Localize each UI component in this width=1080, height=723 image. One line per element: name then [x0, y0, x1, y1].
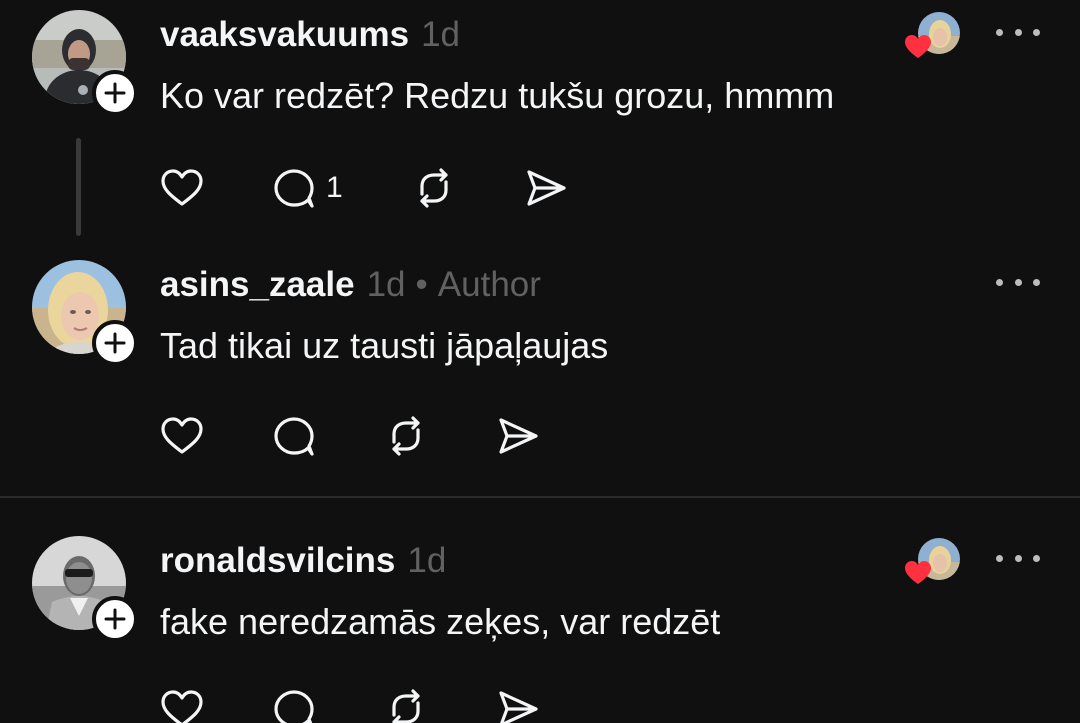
more-icon-dot	[1033, 28, 1040, 36]
action-bar	[158, 684, 554, 723]
reply-button[interactable]	[270, 684, 382, 723]
avatar-container[interactable]	[32, 10, 138, 116]
separator-dot: •	[415, 265, 428, 304]
repost-button[interactable]	[410, 163, 522, 213]
more-icon-dot	[1014, 278, 1022, 286]
more-icon-dot	[1033, 278, 1040, 286]
action-bar: 1	[158, 163, 582, 213]
post-text: Tad tikai uz tausti jāpaļaujas	[160, 325, 609, 366]
heart-icon	[161, 690, 203, 723]
more-icon-dot	[1014, 554, 1022, 562]
more-icon	[996, 278, 1003, 286]
more-icon-dot	[1033, 554, 1040, 562]
like-button[interactable]	[158, 163, 270, 213]
more-icon-dot	[1014, 28, 1022, 36]
heart-icon	[161, 169, 203, 206]
reply-post: ronaldsvilcins 1d fake neredzamās zeķes,…	[0, 526, 1080, 723]
repost-button[interactable]	[382, 684, 494, 723]
share-icon	[499, 691, 538, 723]
plus-icon	[104, 332, 126, 354]
post-header: asins_zaale 1d • Author	[160, 264, 541, 306]
more-options-button[interactable]	[996, 266, 1040, 298]
reply-count: 1	[326, 171, 343, 204]
plus-icon	[104, 82, 126, 104]
heart-icon	[161, 417, 203, 454]
more-options-button[interactable]	[996, 542, 1040, 574]
username[interactable]: ronaldsvilcins	[160, 540, 395, 582]
reply-post: asins_zaale 1d • Author Tad tikai uz tau…	[0, 250, 1080, 490]
follow-button[interactable]	[92, 596, 138, 642]
repost-icon	[392, 689, 420, 723]
timestamp: 1d	[421, 15, 461, 54]
liked-by-author-indicator	[904, 538, 962, 586]
repost-button[interactable]	[382, 411, 494, 461]
author-badge: Author	[437, 265, 541, 304]
avatar-container[interactable]	[32, 260, 138, 366]
username[interactable]: vaaksvakuums	[160, 14, 409, 56]
more-options-button[interactable]	[996, 16, 1040, 48]
share-button[interactable]	[494, 684, 554, 723]
share-icon	[527, 170, 566, 206]
comment-icon	[274, 169, 314, 208]
comment-icon	[274, 690, 314, 723]
timestamp: 1d	[366, 265, 406, 304]
post-header: vaaksvakuums 1d	[160, 14, 460, 56]
avatar-container[interactable]	[32, 536, 138, 642]
comment-icon	[274, 417, 314, 456]
username[interactable]: asins_zaale	[160, 264, 355, 306]
liked-by-author-indicator	[904, 12, 962, 60]
follow-button[interactable]	[92, 320, 138, 366]
timestamp: 1d	[407, 541, 447, 580]
heart-icon	[905, 561, 931, 584]
share-button[interactable]	[494, 411, 554, 461]
repost-icon	[420, 168, 448, 208]
share-icon	[499, 418, 538, 454]
repost-icon	[392, 416, 420, 456]
post-header: ronaldsvilcins 1d	[160, 540, 446, 582]
post-text: fake neredzamās zeķes, var redzēt	[160, 601, 721, 642]
more-icon	[996, 554, 1003, 562]
reply-post: vaaksvakuums 1d Ko var redzēt? Redzu tuk…	[0, 0, 1080, 240]
like-button[interactable]	[158, 684, 270, 723]
thread-divider	[0, 496, 1080, 498]
post-text: Ko var redzēt? Redzu tukšu grozu, hmmm	[160, 75, 835, 116]
thread-line	[76, 138, 81, 236]
follow-button[interactable]	[92, 70, 138, 116]
share-button[interactable]	[522, 163, 582, 213]
plus-icon	[104, 608, 126, 630]
more-icon	[996, 28, 1003, 36]
like-button[interactable]	[158, 411, 270, 461]
action-bar	[158, 411, 554, 461]
reply-button[interactable]	[270, 411, 382, 461]
reply-button[interactable]: 1	[270, 163, 410, 213]
heart-icon	[905, 35, 931, 58]
